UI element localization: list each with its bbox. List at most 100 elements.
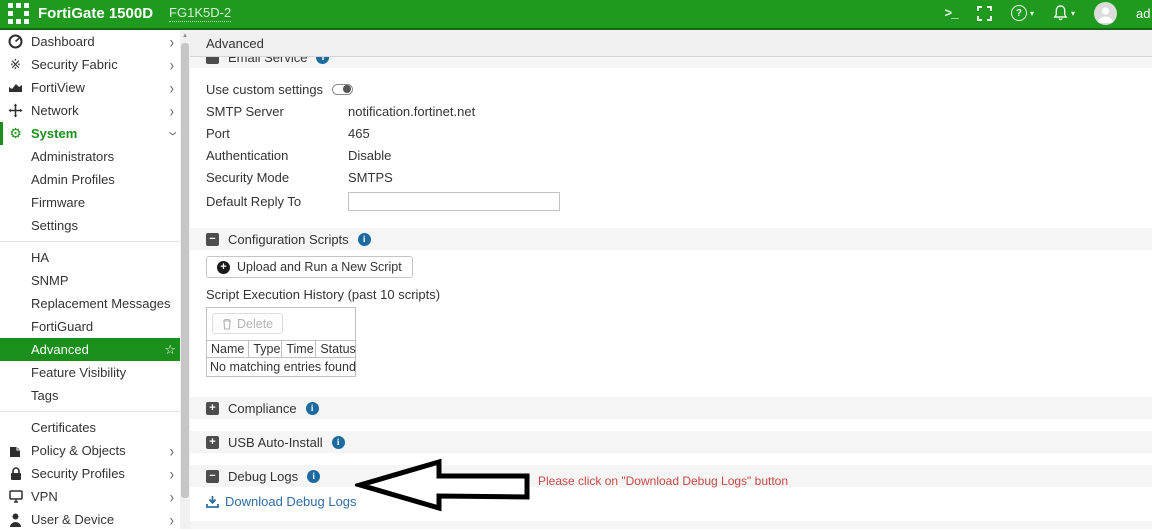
delete-button[interactable]: Delete bbox=[212, 313, 283, 334]
area-chart-icon bbox=[7, 80, 24, 95]
help-icon: ? bbox=[1011, 5, 1027, 21]
sidebar-item-ha[interactable]: HA bbox=[0, 246, 190, 269]
field-value: Disable bbox=[348, 148, 391, 163]
sidebar-item-admin-profiles[interactable]: Admin Profiles bbox=[0, 168, 190, 191]
plus-circle-icon: + bbox=[217, 261, 230, 274]
use-custom-settings-toggle[interactable] bbox=[332, 84, 353, 95]
info-icon[interactable]: i bbox=[358, 233, 371, 246]
table-header-row: Name Type Time Status bbox=[207, 340, 355, 358]
chevron-down-icon: ▾ bbox=[1030, 9, 1034, 18]
notifications-menu[interactable]: ▾ bbox=[1053, 5, 1075, 21]
sidebar-item-feature-visibility[interactable]: Feature Visibility bbox=[0, 361, 190, 384]
chevron-right-icon: › bbox=[170, 510, 174, 529]
sidebar-item-settings[interactable]: Settings bbox=[0, 214, 190, 237]
star-icon[interactable]: ☆ bbox=[164, 342, 176, 358]
sidebar-item-tags[interactable]: Tags bbox=[0, 384, 190, 407]
info-icon[interactable]: i bbox=[316, 57, 329, 64]
next-section-band-partial bbox=[190, 521, 1152, 529]
documents-icon bbox=[7, 443, 24, 458]
use-custom-settings-row: Use custom settings bbox=[190, 78, 1152, 100]
sidebar-item-security-profiles[interactable]: Security Profiles › bbox=[0, 462, 190, 485]
sidebar-item-certificates[interactable]: Certificates bbox=[0, 416, 190, 439]
sidebar-scrollbar[interactable]: ▲ bbox=[180, 30, 190, 529]
main-content: Advanced − Email Service i Use custom se… bbox=[190, 30, 1152, 529]
fullscreen-icon[interactable] bbox=[977, 6, 992, 21]
field-label: Security Mode bbox=[206, 170, 348, 185]
sidebar-item-fortiview[interactable]: FortiView › bbox=[0, 76, 190, 99]
compliance-section-header: + Compliance i bbox=[190, 397, 1152, 419]
field-label: Default Reply To bbox=[206, 194, 348, 209]
lock-icon bbox=[7, 466, 24, 481]
chevron-right-icon: › bbox=[170, 55, 174, 75]
collapse-minus-icon[interactable]: − bbox=[206, 233, 219, 246]
sidebar-item-policy-objects[interactable]: Policy & Objects › bbox=[0, 439, 190, 462]
sidebar-item-dashboard[interactable]: Dashboard › bbox=[0, 30, 190, 53]
trash-icon bbox=[222, 318, 232, 330]
smtp-server-row: SMTP Server notification.fortinet.net bbox=[190, 100, 1152, 122]
default-reply-to-row: Default Reply To bbox=[190, 188, 1152, 214]
download-debug-logs-link[interactable]: Download Debug Logs bbox=[190, 494, 357, 509]
sidebar-item-replacement-messages[interactable]: Replacement Messages bbox=[0, 292, 190, 315]
column-header[interactable]: Time bbox=[282, 341, 316, 357]
sidebar-item-vpn[interactable]: VPN › bbox=[0, 485, 190, 508]
page-title: Advanced bbox=[206, 36, 264, 51]
sidebar-item-firmware[interactable]: Firmware bbox=[0, 191, 190, 214]
column-header[interactable]: Type bbox=[249, 341, 282, 357]
column-header[interactable]: Name bbox=[207, 341, 249, 357]
person-icon bbox=[7, 512, 24, 527]
section-title: USB Auto-Install bbox=[228, 435, 323, 450]
email-service-section-header-partial: − Email Service i bbox=[190, 57, 1152, 68]
chevron-down-icon: ▾ bbox=[1071, 9, 1075, 18]
sidebar-item-advanced[interactable]: Advanced ☆ bbox=[0, 338, 190, 361]
fortigate-admin-window: FortiGate 1500D FG1K5D-2 >_ ? ▾ ▾ bbox=[0, 0, 1152, 531]
sidebar-item-administrators[interactable]: Administrators bbox=[0, 145, 190, 168]
info-icon[interactable]: i bbox=[306, 402, 319, 415]
move-arrows-icon bbox=[7, 103, 24, 118]
scroll-up-arrow-icon[interactable]: ▲ bbox=[180, 30, 190, 42]
collapse-minus-icon[interactable]: − bbox=[206, 57, 219, 64]
sidebar-item-user-device[interactable]: User & Device › bbox=[0, 508, 190, 529]
page-tab-bar: Advanced bbox=[190, 30, 1152, 57]
cli-console-icon[interactable]: >_ bbox=[944, 6, 958, 21]
info-icon[interactable]: i bbox=[307, 470, 320, 483]
section-title: Compliance bbox=[228, 401, 297, 416]
chevron-right-icon: › bbox=[170, 32, 174, 52]
sidebar-item-fortiguard[interactable]: FortiGuard bbox=[0, 315, 190, 338]
product-title: FortiGate 1500D bbox=[38, 5, 153, 22]
gear-icon: ⚙ bbox=[7, 126, 24, 141]
table-toolbar: Delete bbox=[207, 308, 355, 340]
upload-run-script-button[interactable]: + Upload and Run a New Script bbox=[206, 256, 413, 278]
expand-plus-icon[interactable]: + bbox=[206, 436, 219, 449]
sidebar-item-network[interactable]: Network › bbox=[0, 99, 190, 122]
info-icon[interactable]: i bbox=[332, 436, 345, 449]
gauge-icon bbox=[7, 34, 24, 49]
collapse-minus-icon[interactable]: − bbox=[206, 470, 219, 483]
divider bbox=[0, 241, 190, 242]
script-history-table: Delete Name Type Time Status No matching… bbox=[206, 307, 356, 377]
sidebar-item-snmp[interactable]: SNMP bbox=[0, 269, 190, 292]
chevron-right-icon: › bbox=[170, 101, 174, 121]
usb-auto-install-section-header: + USB Auto-Install i bbox=[190, 431, 1152, 453]
section-title: Debug Logs bbox=[228, 469, 298, 484]
sidebar-item-system[interactable]: ⚙ System › bbox=[0, 122, 190, 145]
empty-table-message: No matching entries found bbox=[207, 358, 355, 376]
download-icon bbox=[206, 495, 219, 508]
monitor-icon bbox=[7, 489, 24, 504]
fortinet-logo-icon bbox=[8, 3, 29, 24]
default-reply-to-input[interactable] bbox=[348, 192, 560, 211]
username-label: ad bbox=[1136, 6, 1152, 21]
device-hostname[interactable]: FG1K5D-2 bbox=[169, 5, 231, 22]
expand-plus-icon[interactable]: + bbox=[206, 402, 219, 415]
chevron-right-icon: › bbox=[170, 441, 174, 461]
authentication-row: Authentication Disable bbox=[190, 144, 1152, 166]
sidebar-nav: Dashboard › ※ Security Fabric › FortiVie… bbox=[0, 30, 190, 529]
scrollbar-thumb[interactable] bbox=[181, 43, 189, 498]
sidebar-item-security-fabric[interactable]: ※ Security Fabric › bbox=[0, 53, 190, 76]
column-header[interactable]: Status bbox=[316, 341, 359, 357]
chevron-right-icon: › bbox=[170, 464, 174, 484]
field-label: Use custom settings bbox=[206, 82, 323, 97]
user-avatar[interactable] bbox=[1094, 2, 1117, 25]
script-history-label: Script Execution History (past 10 script… bbox=[190, 287, 1152, 302]
help-menu[interactable]: ? ▾ bbox=[1011, 5, 1034, 21]
section-title: Email Service bbox=[228, 57, 307, 65]
